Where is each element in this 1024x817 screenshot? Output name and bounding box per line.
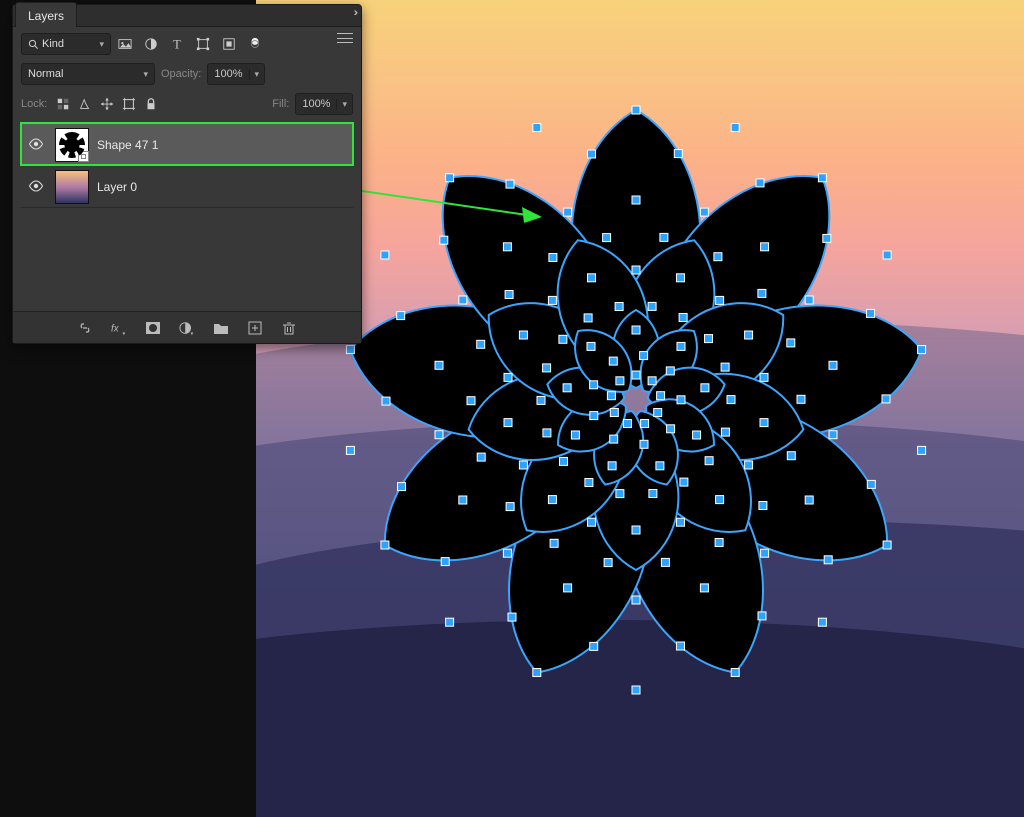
- svg-text:T: T: [173, 37, 181, 51]
- layer-thumbnail[interactable]: [55, 170, 89, 204]
- lock-image-icon[interactable]: [77, 96, 93, 112]
- document-canvas[interactable]: [256, 0, 1024, 817]
- group-icon[interactable]: [212, 319, 230, 337]
- flower-shape-selection[interactable]: [306, 60, 966, 720]
- visibility-toggle-icon[interactable]: [25, 179, 47, 195]
- chevron-down-icon: ▾: [143, 69, 148, 80]
- layer-row[interactable]: Layer 0: [21, 165, 353, 207]
- adjustment-icon[interactable]: [178, 319, 196, 337]
- panel-tab-bar: × ›› Layers: [13, 5, 361, 27]
- layer-thumbnail[interactable]: [55, 128, 89, 162]
- layer-filter-row: Kind ▾ T: [21, 33, 353, 55]
- visibility-toggle-icon[interactable]: [25, 137, 47, 153]
- filter-icons: T: [117, 36, 263, 52]
- opacity-label: Opacity:: [161, 68, 201, 80]
- layers-footer: fx: [13, 311, 361, 343]
- lock-all-icon[interactable]: [143, 96, 159, 112]
- layer-row[interactable]: Shape 47 1: [21, 123, 353, 165]
- pixel-layer-icon[interactable]: [117, 36, 133, 52]
- blend-mode-select[interactable]: Normal ▾: [21, 63, 155, 85]
- collapse-panel-icon[interactable]: ››: [354, 7, 355, 19]
- chevron-down-icon: ▾: [336, 99, 352, 110]
- artboard-toggle-icon[interactable]: [247, 36, 263, 52]
- link-layers-icon[interactable]: [76, 319, 94, 337]
- mask-icon[interactable]: [144, 319, 162, 337]
- adjustment-layer-icon[interactable]: [143, 36, 159, 52]
- layer-name-label[interactable]: Layer 0: [97, 180, 137, 194]
- svg-text:fx: fx: [111, 323, 120, 334]
- layer-name-label[interactable]: Shape 47 1: [97, 138, 158, 152]
- fill-input[interactable]: 100%▾: [295, 93, 353, 115]
- smart-object-icon[interactable]: [221, 36, 237, 52]
- fx-icon[interactable]: fx: [110, 319, 128, 337]
- lock-transparent-icon[interactable]: [55, 96, 71, 112]
- lock-label: Lock:: [21, 98, 47, 110]
- shape-layer-icon[interactable]: [195, 36, 211, 52]
- type-layer-icon[interactable]: T: [169, 36, 185, 52]
- trash-icon[interactable]: [280, 319, 298, 337]
- chevron-down-icon: ▾: [249, 69, 265, 80]
- chevron-down-icon: ▾: [99, 39, 104, 50]
- filter-type-select[interactable]: Kind ▾: [21, 33, 111, 55]
- layer-list: Shape 47 1 Layer 0: [21, 123, 353, 207]
- panel-menu-icon[interactable]: [337, 33, 353, 43]
- fill-label: Fill:: [272, 98, 289, 110]
- opacity-input[interactable]: 100%▾: [207, 63, 265, 85]
- layers-panel: × ›› Layers Kind ▾ T: [12, 4, 362, 344]
- layers-tab[interactable]: Layers: [15, 2, 77, 27]
- lock-position-icon[interactable]: [99, 96, 115, 112]
- lock-artboard-icon[interactable]: [121, 96, 137, 112]
- new-layer-icon[interactable]: [246, 319, 264, 337]
- search-icon: [28, 39, 39, 50]
